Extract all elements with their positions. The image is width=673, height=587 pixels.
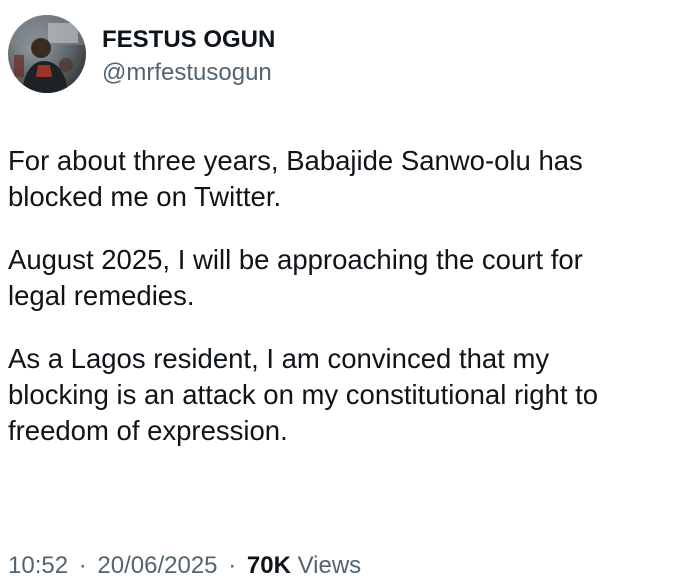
tweet-meta: 10:52 · 20/06/2025 · 70K Views [8,551,361,581]
meta-separator: · [228,552,237,579]
tweet-line: For about three years, Babajide Sanwo-ol… [8,145,583,176]
profile-photo-icon [8,15,86,93]
views-label: Views [297,552,362,579]
tweet-paragraph: As a Lagos resident, I am convinced that… [8,341,668,449]
tweet-line: August 2025, I will be approaching the c… [8,244,583,275]
views-count[interactable]: 70K [247,552,291,579]
tweet-time[interactable]: 10:52 [8,552,68,579]
tweet-date[interactable]: 20/06/2025 [97,552,217,579]
tweet-line: legal remedies. [8,280,195,311]
meta-separator: · [78,552,87,579]
tweet-card: FESTUS OGUN @mrfestusogun For about thre… [0,0,673,587]
tweet-line: blocked me on Twitter. [8,181,282,212]
tweet-line: blocking is an attack on my constitution… [8,379,599,410]
tweet-line: freedom of expression. [8,415,288,446]
author-handle[interactable]: @mrfestusogun [102,58,272,88]
tweet-paragraph: August 2025, I will be approaching the c… [8,242,668,314]
avatar[interactable] [8,15,86,93]
tweet-line: As a Lagos resident, I am convinced that… [8,343,550,374]
author-display-name[interactable]: FESTUS OGUN [102,25,275,55]
tweet-paragraph: For about three years, Babajide Sanwo-ol… [8,143,668,215]
tweet-text: For about three years, Babajide Sanwo-ol… [8,143,668,449]
